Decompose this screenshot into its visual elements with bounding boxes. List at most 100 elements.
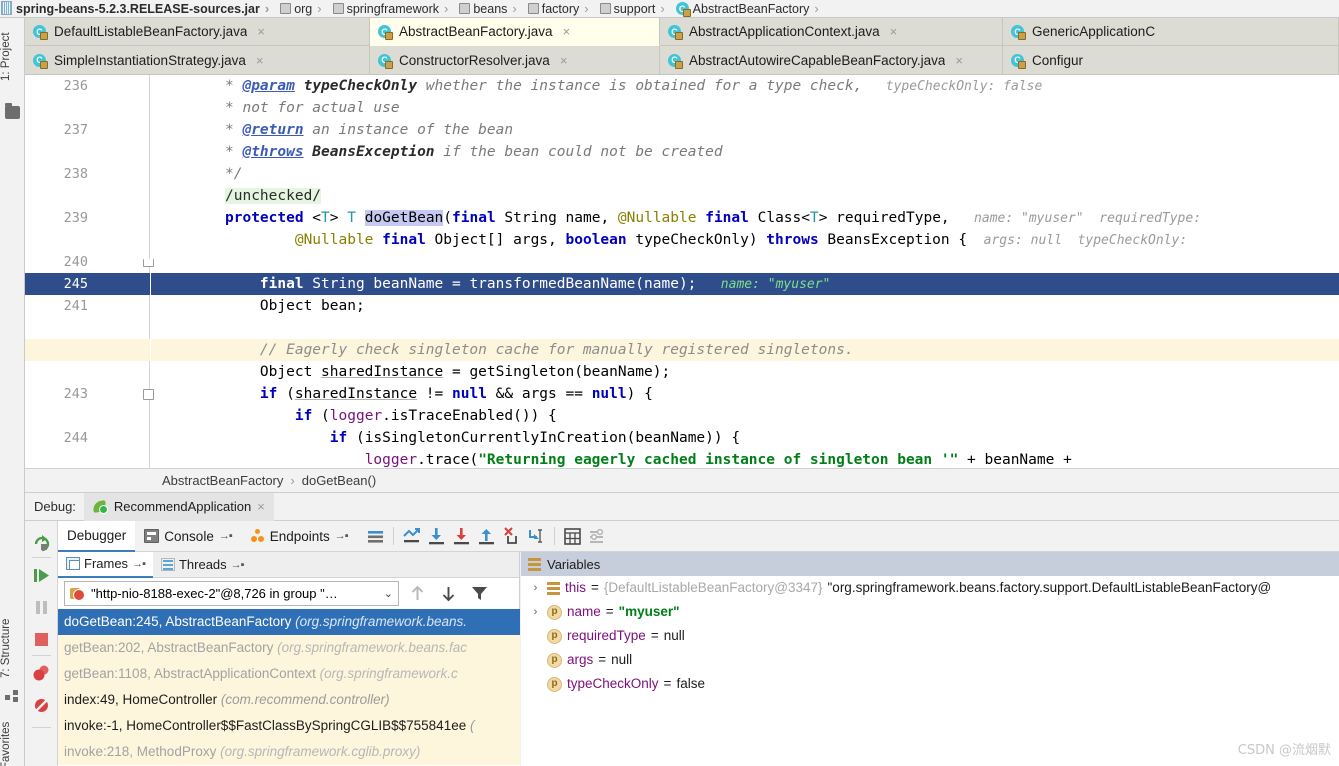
run-configuration-label: RecommendApplication — [113, 499, 252, 514]
editor-tab-abstractautowirecapablebeanfactory[interactable]: C AbstractAutowireCapableBeanFactory.jav… — [660, 46, 1003, 75]
code-editor[interactable]: 236 237 238 239 240 241 242 243 244 245 … — [25, 75, 1339, 468]
editor-tab-simpleinstantiationstrategy[interactable]: C SimpleInstantiationStrategy.java × — [25, 46, 370, 75]
settings-icon[interactable] — [585, 524, 610, 549]
folder-icon[interactable] — [5, 103, 20, 119]
variable-equals: = — [605, 604, 614, 619]
frame-package: (org.springframework.cglib.proxy) — [220, 744, 421, 759]
frame-row[interactable]: invoke:218, MethodProxy (org.springframe… — [58, 739, 520, 765]
parameter-badge-icon: p — [547, 676, 562, 692]
tab-label: Threads — [178, 557, 227, 572]
editor-tab-abstractapplicationcontext[interactable]: C AbstractApplicationContext.java × — [660, 18, 1003, 46]
breadcrumb-method[interactable]: doGetBean() — [302, 473, 376, 488]
gutter-line: 240 — [25, 163, 154, 270]
pin-icon[interactable]: →▪ — [132, 558, 146, 570]
force-step-into-icon[interactable] — [499, 524, 524, 549]
close-icon[interactable]: × — [563, 25, 571, 38]
frame-row[interactable]: getBean:1108, AbstractApplicationContext… — [58, 661, 520, 687]
rerun-button[interactable] — [31, 533, 52, 554]
thread-selector-value: "http-nio-8188-exec-2"@8,726 in group "… — [91, 586, 338, 601]
editor-gutter[interactable]: 236 237 238 239 240 241 242 243 244 245 … — [25, 75, 154, 468]
tab-console[interactable]: Console →▪ — [135, 521, 240, 552]
variable-row-requiredtype[interactable]: p requiredType = null — [521, 624, 1339, 648]
frame-row[interactable]: index:49, HomeController (com.recommend.… — [58, 687, 520, 713]
toolbar-divider — [32, 727, 51, 728]
breadcrumb-item-springframework[interactable]: springframework › — [331, 0, 458, 17]
chevron-down-icon[interactable]: ⌄ — [384, 587, 393, 600]
editor-tab-constructorresolver[interactable]: C ConstructorResolver.java × — [370, 46, 660, 75]
sidebar-item-favorites[interactable]: Favorites — [0, 708, 25, 766]
breadcrumb-item-class[interactable]: C AbstractBeanFactory › — [674, 0, 828, 17]
pause-program-button[interactable] — [31, 597, 52, 618]
code-line-252: if (isSingletonCurrentlyInCreation(beanN… — [329, 430, 741, 446]
breadcrumb-class[interactable]: AbstractBeanFactory — [162, 473, 283, 488]
run-to-cursor-icon[interactable] — [524, 524, 549, 549]
close-icon[interactable]: × — [257, 25, 265, 38]
console-icon — [144, 529, 160, 543]
watermark: CSDN @流烟默 — [1237, 743, 1331, 758]
editor-code-area[interactable]: * @param typeCheckOnly whether the insta… — [151, 75, 1339, 468]
tab-frames[interactable]: Frames →▪ — [58, 551, 153, 578]
close-icon[interactable]: × — [256, 54, 264, 67]
editor-tab-defaultlistablebeanfactory[interactable]: C DefaultListableBeanFactory.java × — [25, 18, 370, 46]
code-line-248: // Eagerly check singleton cache for man… — [151, 339, 1339, 361]
variable-value: false — [676, 676, 705, 691]
editor-tab-abstractbeanfactory[interactable]: C AbstractBeanFactory.java × — [370, 18, 660, 46]
stop-button[interactable] — [31, 629, 52, 650]
variable-ref: {DefaultListableBeanFactory@3347} — [603, 580, 823, 595]
breadcrumb-item-support[interactable]: support › — [598, 0, 674, 17]
mute-breakpoints-button[interactable] — [31, 695, 52, 716]
filter-frames-button[interactable] — [467, 581, 492, 606]
variable-value: "myuser" — [618, 604, 680, 619]
parameter-badge-icon: p — [547, 604, 562, 620]
frame-row[interactable]: doGetBean:245, AbstractBeanFactory (org.… — [58, 609, 520, 635]
variable-row-args[interactable]: p args = null — [521, 648, 1339, 672]
thread-selector-dropdown[interactable]: "http-nio-8188-exec-2"@8,726 in group "…… — [64, 581, 399, 606]
breadcrumb-item-org[interactable]: org › — [278, 0, 330, 17]
resume-program-button[interactable] — [31, 565, 52, 586]
gutter-line: 248 — [25, 339, 150, 361]
run-configuration-tab[interactable]: RecommendApplication × — [83, 492, 274, 521]
breadcrumb-label: springframework — [346, 1, 439, 16]
breadcrumb-item-beans[interactable]: beans › — [457, 0, 525, 17]
evaluate-expression-icon[interactable] — [560, 524, 585, 549]
sidebar-item-structure[interactable]: 7: Structure — [0, 608, 25, 688]
expand-chevron-icon[interactable]: › — [529, 576, 542, 600]
expand-chevron-icon[interactable]: › — [529, 600, 542, 624]
editor-tab-configurable[interactable]: C Configur — [1003, 46, 1339, 75]
structure-icon[interactable] — [5, 690, 20, 703]
frame-up-button[interactable] — [405, 581, 430, 606]
step-out-icon[interactable] — [474, 524, 499, 549]
variables-title: Variables — [547, 556, 601, 572]
close-icon[interactable]: × — [257, 499, 265, 514]
close-icon[interactable]: × — [560, 54, 568, 67]
tab-debugger[interactable]: Debugger — [58, 520, 136, 552]
variable-row-this[interactable]: › this = {DefaultListableBeanFactory@334… — [521, 576, 1339, 600]
step-into-icon[interactable] — [449, 524, 474, 549]
close-icon[interactable]: × — [955, 54, 963, 67]
close-icon[interactable]: × — [890, 25, 898, 38]
show-execution-point-icon[interactable] — [399, 524, 424, 549]
editor-tab-label: GenericApplicationC — [1032, 24, 1156, 39]
variable-row-name[interactable]: › p name = "myuser" — [521, 600, 1339, 624]
variable-equals: = — [598, 652, 607, 667]
tab-endpoints[interactable]: Endpoints →▪ — [241, 521, 357, 552]
pin-icon[interactable]: →▪ — [219, 530, 233, 542]
tab-threads[interactable]: Threads →▪ — [153, 552, 252, 578]
sidebar-item-project[interactable]: 1: Project — [0, 20, 25, 94]
frame-row[interactable]: getBean:202, AbstractBeanFactory (org.sp… — [58, 635, 520, 661]
breadcrumb-item-factory[interactable]: factory › — [526, 0, 598, 17]
toolbar-divider — [32, 655, 51, 656]
pin-icon[interactable]: →▪ — [335, 530, 349, 542]
step-over-icon[interactable] — [424, 524, 449, 549]
frame-row[interactable]: invoke:-1, HomeController$$FastClassBySp… — [58, 713, 520, 739]
editor-tab-genericapplicationcontext[interactable]: C GenericApplicationC — [1003, 18, 1339, 46]
layout-settings-icon[interactable] — [363, 524, 388, 549]
breadcrumb-item-jar[interactable]: spring-beans-5.2.3.RELEASE-sources.jar › — [0, 0, 278, 17]
frames-list[interactable]: doGetBean:245, AbstractBeanFactory (org.… — [58, 609, 520, 766]
variable-value: null — [611, 652, 633, 667]
pin-icon[interactable]: →▪ — [231, 559, 245, 571]
variable-row-typecheckonly[interactable]: p typeCheckOnly = false — [521, 672, 1339, 696]
gutter-line: 242 — [25, 207, 150, 358]
frame-down-button[interactable] — [436, 581, 461, 606]
view-breakpoints-button[interactable] — [31, 663, 52, 684]
